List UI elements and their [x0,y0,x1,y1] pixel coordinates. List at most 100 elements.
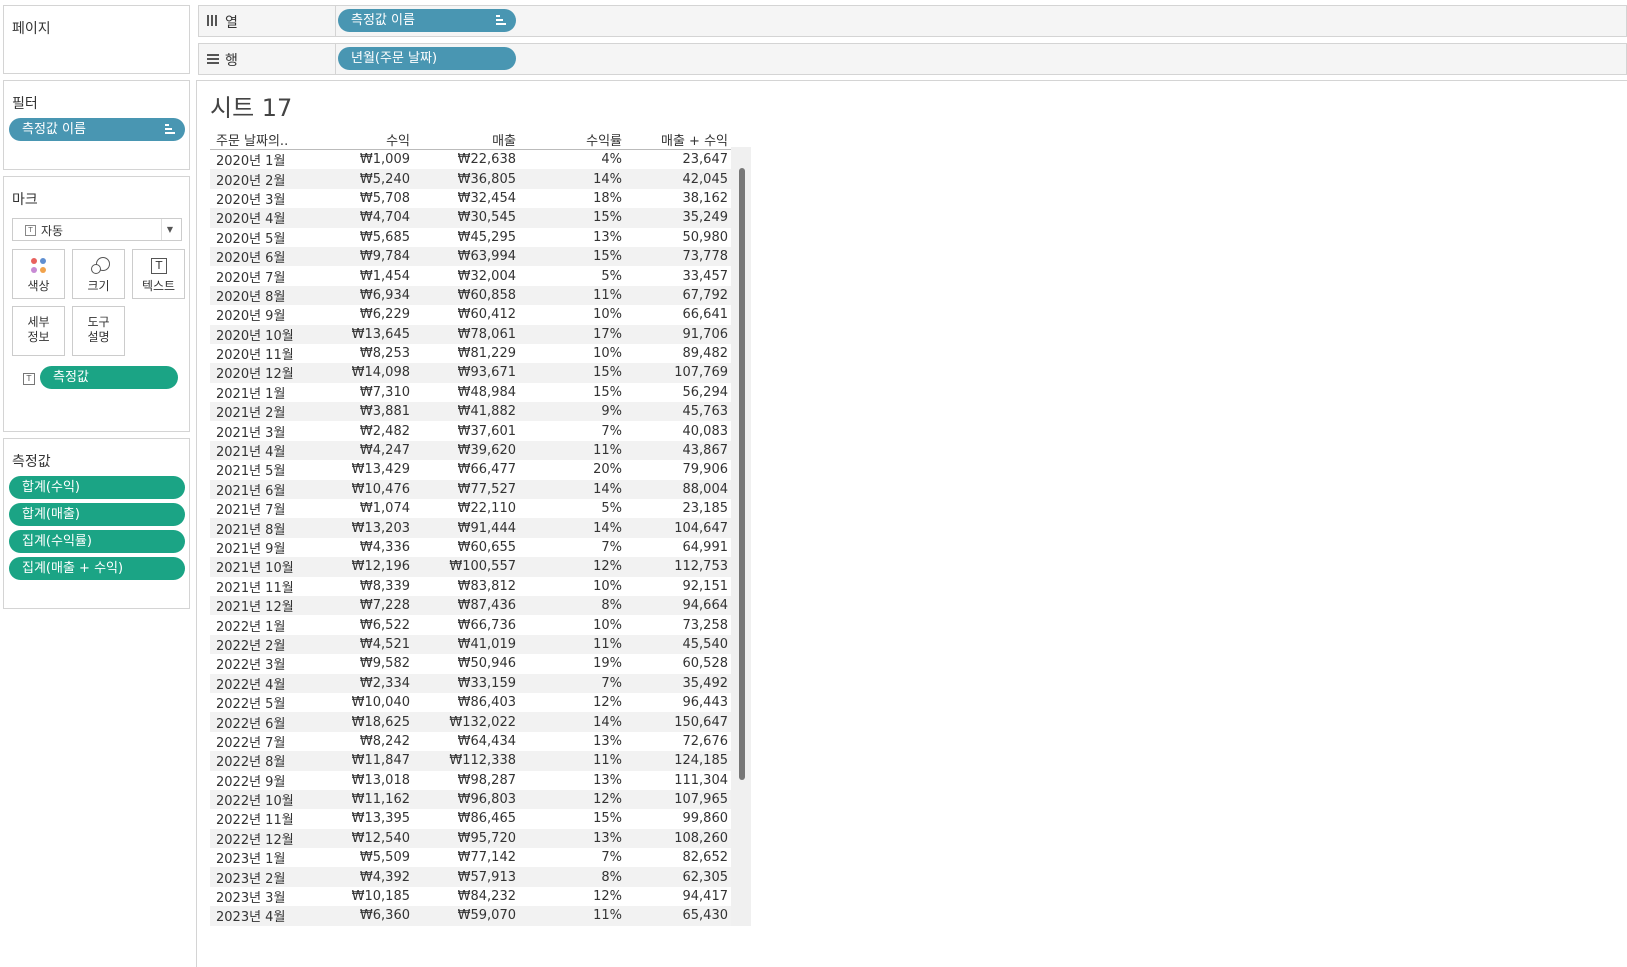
value-cell[interactable]: ₩11,847 [312,751,416,771]
row-header-cell[interactable]: 2020년 6월 [210,246,312,267]
value-cell[interactable]: ₩32,004 [416,266,522,285]
rows-shelf[interactable]: 행 년월(주문 날짜) [198,43,1627,75]
table-row[interactable]: 2020년 8월 ₩6,934 ₩60,858 11% 67,792 [210,285,734,306]
value-cell[interactable]: ₩4,336 [312,538,416,557]
table-row[interactable]: 2022년 5월 ₩10,040 ₩86,403 12% 96,443 [210,693,734,712]
row-header-cell[interactable]: 2021년 2월 [210,402,312,422]
table-row[interactable]: 2022년 11월 ₩13,395 ₩86,465 15% 99,860 [210,809,734,828]
row-header-cell[interactable]: 2020년 3월 [210,189,312,208]
value-cell[interactable]: 20% [522,460,628,479]
value-cell[interactable]: ₩11,162 [312,789,416,810]
value-cell[interactable]: 15% [522,363,628,383]
value-cell[interactable]: ₩4,392 [312,867,416,887]
value-cell[interactable]: ₩5,240 [312,169,416,189]
value-cell[interactable]: 56,294 [628,383,734,402]
value-cell[interactable]: ₩22,110 [416,499,522,518]
row-header-cell[interactable]: 2022년 10월 [210,789,312,810]
table-row[interactable]: 2023년 3월 ₩10,185 ₩84,232 12% 94,417 [210,887,734,906]
value-cell[interactable]: ₩50,946 [416,654,522,673]
row-header-cell[interactable]: 2021년 12월 [210,595,312,616]
value-cell[interactable]: 17% [522,324,628,344]
table-row[interactable]: 2021년 6월 ₩10,476 ₩77,527 14% 88,004 [210,479,734,500]
value-cell[interactable]: ₩63,994 [416,246,522,267]
value-cell[interactable]: ₩13,645 [312,324,416,344]
row-header-cell[interactable]: 2020년 4월 [210,208,312,228]
table-row[interactable]: 2022년 8월 ₩11,847 ₩112,338 11% 124,185 [210,751,734,771]
value-cell[interactable]: 15% [522,383,628,402]
value-cell[interactable]: ₩60,412 [416,305,522,324]
value-cell[interactable]: 13% [522,228,628,247]
table-row[interactable]: 2021년 9월 ₩4,336 ₩60,655 7% 64,991 [210,538,734,557]
value-cell[interactable]: 7% [522,673,628,693]
row-header-cell[interactable]: 2023년 1월 [210,848,312,867]
mark-type-dropdown[interactable]: T 자동 ▼ [12,218,182,241]
row-header-cell[interactable]: 2023년 4월 [210,906,312,926]
row-header-cell[interactable]: 2021년 6월 [210,479,312,500]
value-cell[interactable]: ₩4,704 [312,208,416,228]
column-header[interactable]: 매출 [416,130,522,150]
value-cell[interactable]: 45,763 [628,402,734,422]
table-row[interactable]: 2020년 6월 ₩9,784 ₩63,994 15% 73,778 [210,246,734,267]
value-cell[interactable]: 10% [522,577,628,596]
table-row[interactable]: 2020년 7월 ₩1,454 ₩32,004 5% 33,457 [210,266,734,286]
value-cell[interactable]: ₩13,203 [312,518,416,538]
value-cell[interactable]: ₩9,582 [312,654,416,673]
value-cell[interactable]: ₩22,638 [416,150,522,170]
value-cell[interactable]: ₩13,395 [312,809,416,828]
value-cell[interactable]: 67,792 [628,285,734,306]
value-cell[interactable]: 33,457 [628,266,734,285]
value-cell[interactable]: 65,430 [628,906,734,926]
value-cell[interactable]: 92,151 [628,577,734,596]
row-header-cell[interactable]: 2021년 5월 [210,460,312,479]
value-cell[interactable]: 62,305 [628,867,734,887]
value-cell[interactable]: 10% [522,344,628,363]
value-cell[interactable]: 79,906 [628,460,734,479]
value-cell[interactable]: 23,647 [628,150,734,170]
table-row[interactable]: 2021년 3월 ₩2,482 ₩37,601 7% 40,083 [210,421,734,441]
value-cell[interactable]: ₩84,232 [416,887,522,906]
value-cell[interactable]: ₩91,444 [416,518,522,538]
table-row[interactable]: 2023년 4월 ₩6,360 ₩59,070 11% 65,430 [210,906,734,926]
rows-pill-order-date[interactable]: 년월(주문 날짜) [338,47,516,70]
value-cell[interactable]: ₩5,509 [312,848,416,867]
value-cell[interactable]: ₩6,360 [312,906,416,926]
column-header[interactable]: 수익 [312,130,416,150]
value-cell[interactable]: 7% [522,421,628,440]
text-card[interactable]: T 텍스트 [132,249,185,299]
filter-pill-measure-names[interactable]: 측정값 이름 [9,118,185,141]
value-cell[interactable]: 11% [522,906,628,926]
table-row[interactable]: 2022년 9월 ₩13,018 ₩98,287 13% 111,304 [210,771,734,790]
value-cell[interactable]: 89,482 [628,344,734,363]
row-header-cell[interactable]: 2020년 2월 [210,169,312,189]
value-cell[interactable]: ₩33,159 [416,673,522,693]
detail-card[interactable]: 세부 정보 [12,306,65,356]
row-header-cell[interactable]: 2023년 2월 [210,867,312,887]
value-cell[interactable]: 108,260 [628,828,734,849]
value-cell[interactable]: 64,991 [628,538,734,557]
table-row[interactable]: 2022년 7월 ₩8,242 ₩64,434 13% 72,676 [210,732,734,751]
value-cell[interactable]: ₩60,858 [416,285,522,306]
size-card[interactable]: 크기 [72,249,125,299]
table-row[interactable]: 2021년 4월 ₩4,247 ₩39,620 11% 43,867 [210,440,734,461]
value-cell[interactable]: ₩14,098 [312,363,416,383]
value-cell[interactable]: 60,528 [628,654,734,673]
value-cell[interactable]: 99,860 [628,809,734,828]
table-row[interactable]: 2022년 1월 ₩6,522 ₩66,736 10% 73,258 [210,615,734,635]
value-cell[interactable]: ₩66,736 [416,615,522,634]
value-cell[interactable]: 14% [522,712,628,732]
value-cell[interactable]: ₩5,685 [312,228,416,247]
table-row[interactable]: 2022년 6월 ₩18,625 ₩132,022 14% 150,647 [210,712,734,732]
value-cell[interactable]: ₩132,022 [416,712,522,732]
value-cell[interactable]: ₩78,061 [416,324,522,344]
value-cell[interactable]: ₩100,557 [416,557,522,577]
row-header-cell[interactable]: 2022년 4월 [210,673,312,693]
row-header-cell[interactable]: 2020년 12월 [210,363,312,383]
column-header[interactable]: 매출 + 수익 [628,130,734,150]
table-row[interactable]: 2021년 10월 ₩12,196 ₩100,557 12% 112,753 [210,557,734,577]
row-header-cell[interactable]: 2021년 11월 [210,577,312,596]
value-cell[interactable]: 11% [522,285,628,306]
value-cell[interactable]: 40,083 [628,421,734,440]
row-header-cell[interactable]: 2020년 9월 [210,305,312,324]
row-header-cell[interactable]: 2022년 3월 [210,654,312,673]
value-cell[interactable]: 10% [522,615,628,634]
